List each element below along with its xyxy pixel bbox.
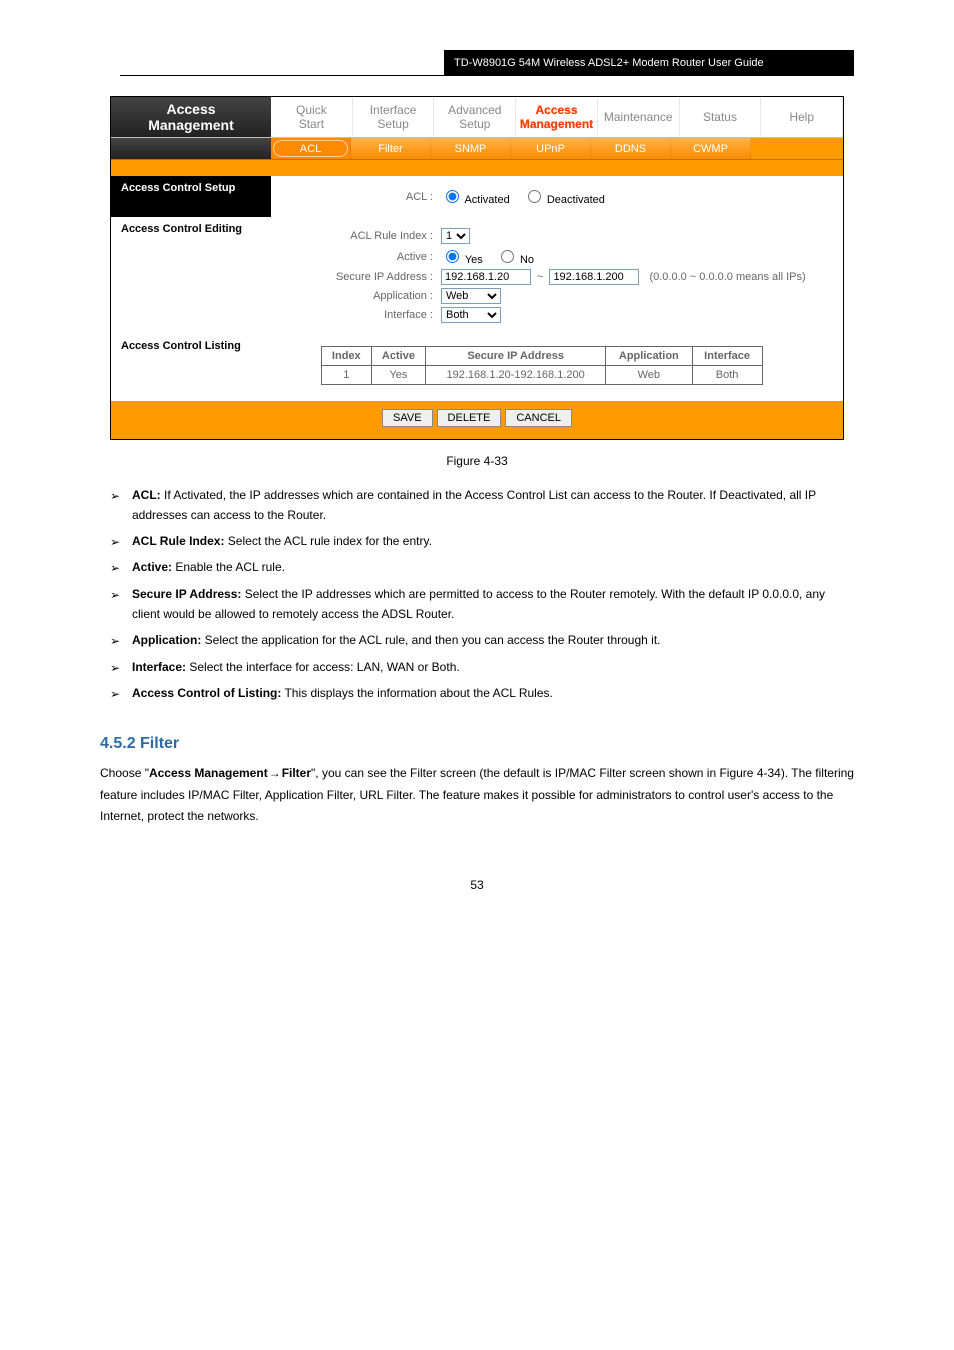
section-editing: Access Control Editing ACL Rule Index : … — [111, 217, 843, 334]
table-cell: 192.168.1.20-192.168.1.200 — [426, 366, 606, 385]
acl-activated-radio[interactable]: Activated — [441, 194, 510, 206]
table-cell: Web — [606, 366, 693, 385]
bullet-icon: ➢ — [110, 658, 132, 679]
nav-item[interactable]: AdvancedSetup — [434, 97, 516, 137]
doc-header-title: TD-W8901G 54M Wireless ADSL2+ Modem Rout… — [444, 50, 854, 75]
page-number: 53 — [0, 878, 954, 892]
nav-item[interactable]: Status — [680, 97, 762, 137]
section-listing: Access Control Listing IndexActiveSecure… — [111, 334, 843, 401]
listing-table: IndexActiveSecure IP AddressApplicationI… — [321, 346, 763, 385]
table-row: 1Yes192.168.1.20-192.168.1.200WebBoth — [322, 366, 763, 385]
bullet-icon: ➢ — [110, 558, 132, 579]
active-no-radio[interactable]: No — [496, 254, 534, 266]
sidebar-title: Access Management — [111, 97, 271, 137]
rule-index-label: ACL Rule Index : — [281, 230, 441, 242]
description-list: ➢ACL: If Activated, the IP addresses whi… — [110, 486, 854, 705]
arrow-icon: → — [268, 763, 282, 785]
nav-item[interactable]: Maintenance — [598, 97, 680, 137]
section-setup-label: Access Control Setup — [111, 176, 271, 217]
ip-tilde: ~ — [537, 271, 543, 283]
sub-nav-item[interactable]: DDNS — [591, 138, 671, 159]
sidebar-title-1: Access — [166, 101, 215, 117]
sub-nav-item[interactable]: UPnP — [511, 138, 591, 159]
table-header: Interface — [692, 347, 762, 366]
active-label: Active : — [281, 251, 441, 263]
table-cell: 1 — [322, 366, 372, 385]
doc-header: TD-W8901G 54M Wireless ADSL2+ Modem Rout… — [120, 50, 854, 76]
table-header: Secure IP Address — [426, 347, 606, 366]
list-item: ➢Secure IP Address: Select the IP addres… — [110, 585, 854, 625]
table-cell: Yes — [371, 366, 426, 385]
top-nav: Access Management QuickStartInterfaceSet… — [111, 97, 843, 138]
sidebar-title-2: Management — [148, 117, 234, 133]
list-item: ➢ACL: If Activated, the IP addresses whi… — [110, 486, 854, 526]
figure-caption: Figure 4-33 — [0, 454, 954, 468]
table-header: Index — [322, 347, 372, 366]
cancel-button[interactable]: CANCEL — [505, 409, 572, 427]
filter-heading: 4.5.2 Filter — [100, 735, 854, 753]
interface-label: Interface : — [281, 309, 441, 321]
router-ui: Access Management QuickStartInterfaceSet… — [110, 96, 844, 440]
section-setup: Access Control Setup ACL : Activated Dea… — [111, 176, 843, 217]
table-cell: Both — [692, 366, 762, 385]
active-radio-group: Yes No — [441, 247, 544, 266]
bullet-icon: ➢ — [110, 631, 132, 652]
actions-row: SAVE DELETE CANCEL — [111, 401, 843, 439]
nav-item[interactable]: InterfaceSetup — [353, 97, 435, 137]
section-listing-label: Access Control Listing — [111, 334, 271, 401]
nav-item[interactable]: AccessManagement — [516, 97, 598, 137]
bullet-icon: ➢ — [110, 585, 132, 606]
ip-from-input[interactable] — [441, 269, 531, 285]
list-item: ➢ACL Rule Index: Select the ACL rule ind… — [110, 532, 854, 553]
bullet-icon: ➢ — [110, 532, 132, 553]
section-editing-label: Access Control Editing — [111, 217, 271, 334]
secure-ip-label: Secure IP Address : — [281, 271, 441, 283]
acl-label: ACL : — [281, 191, 441, 203]
table-header: Application — [606, 347, 693, 366]
list-item: ➢Active: Enable the ACL rule. — [110, 558, 854, 579]
interface-select[interactable]: Both — [441, 307, 501, 323]
sub-nav-item[interactable]: Filter — [351, 138, 431, 159]
save-button[interactable]: SAVE — [382, 409, 433, 427]
application-label: Application : — [281, 290, 441, 302]
bullet-icon: ➢ — [110, 486, 132, 507]
nav-item[interactable]: QuickStart — [271, 97, 353, 137]
active-yes-radio[interactable]: Yes — [441, 254, 483, 266]
bullet-icon: ➢ — [110, 684, 132, 705]
list-item: ➢Interface: Select the interface for acc… — [110, 658, 854, 679]
list-item: ➢Application: Select the application for… — [110, 631, 854, 652]
delete-button[interactable]: DELETE — [437, 409, 502, 427]
acl-radio-group: Activated Deactivated — [441, 187, 615, 206]
application-select[interactable]: Web — [441, 288, 501, 304]
nav-item[interactable]: Help — [761, 97, 843, 137]
list-item: ➢Access Control of Listing: This display… — [110, 684, 854, 705]
sub-nav-item[interactable]: CWMP — [671, 138, 751, 159]
table-header: Active — [371, 347, 426, 366]
sub-nav-item[interactable]: SNMP — [431, 138, 511, 159]
rule-index-select[interactable]: 1 — [441, 228, 470, 244]
acl-deactivated-radio[interactable]: Deactivated — [523, 194, 605, 206]
sub-nav: ACLFilterSNMPUPnPDDNSCWMP — [111, 138, 843, 160]
ip-to-input[interactable] — [549, 269, 639, 285]
sub-nav-item[interactable]: ACL — [271, 138, 351, 159]
ip-hint: (0.0.0.0 ~ 0.0.0.0 means all IPs) — [649, 271, 805, 283]
filter-paragraph: Choose "Access Management→Filter", you c… — [100, 763, 854, 828]
